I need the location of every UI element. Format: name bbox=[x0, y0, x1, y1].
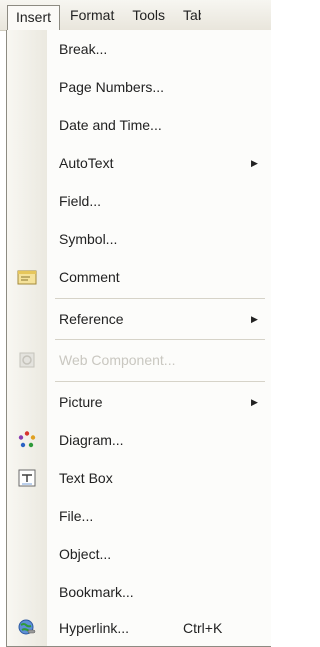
menubar-table[interactable]: Tab bbox=[175, 4, 201, 26]
menu-item-picture[interactable]: Picture ▶ bbox=[7, 383, 272, 421]
menu-item-icon-cell bbox=[7, 144, 47, 182]
menu-item-label: File... bbox=[59, 508, 94, 524]
menu-item-icon-cell bbox=[7, 421, 47, 459]
menu-item-text-box[interactable]: Text Box bbox=[7, 459, 272, 497]
menu-item-label: Picture bbox=[59, 394, 103, 410]
menu-item-label: Field... bbox=[59, 193, 102, 209]
menu-item-field[interactable]: Field... bbox=[7, 182, 272, 220]
menu-item-shortcut: Ctrl+K bbox=[183, 620, 223, 636]
menubar-format[interactable]: Format bbox=[62, 4, 122, 26]
menu-item-icon-cell bbox=[7, 220, 47, 258]
menu-item-icon-cell bbox=[7, 535, 47, 573]
menu-bar: Insert Format Tools Tab bbox=[0, 0, 271, 31]
diagram-icon bbox=[18, 431, 36, 448]
menu-item-bookmark[interactable]: Bookmark... bbox=[7, 573, 272, 611]
menubar-tools[interactable]: Tools bbox=[124, 4, 173, 26]
menu-item-icon-cell bbox=[7, 258, 47, 296]
menu-item-object[interactable]: Object... bbox=[7, 535, 272, 573]
menu-item-icon-cell bbox=[7, 573, 47, 611]
menu-item-icon-cell bbox=[7, 459, 47, 497]
menu-separator bbox=[55, 298, 265, 299]
menu-item-label: Reference bbox=[59, 311, 124, 327]
menu-item-label: Comment bbox=[59, 269, 120, 285]
menu-item-file[interactable]: File... bbox=[7, 497, 272, 535]
menu-item-icon-cell bbox=[7, 68, 47, 106]
menu-separator bbox=[55, 339, 265, 340]
menu-item-icon-cell bbox=[7, 300, 47, 338]
menu-item-label: Page Numbers... bbox=[59, 79, 165, 95]
text-box-icon bbox=[18, 469, 36, 487]
menu-item-comment[interactable]: Comment bbox=[7, 258, 272, 296]
menu-item-label: Date and Time... bbox=[59, 117, 162, 133]
menu-separator bbox=[55, 381, 265, 382]
menu-item-diagram[interactable]: Diagram... bbox=[7, 421, 272, 459]
submenu-arrow-icon: ▶ bbox=[251, 313, 258, 324]
menu-item-icon-cell bbox=[7, 341, 47, 379]
submenu-arrow-icon: ▶ bbox=[251, 157, 258, 168]
menu-item-label: Object... bbox=[59, 546, 112, 562]
menu-item-label: Text Box bbox=[59, 470, 113, 486]
submenu-arrow-icon: ▶ bbox=[251, 396, 258, 407]
menu-item-label: Web Component... bbox=[59, 352, 176, 368]
menu-item-label: Bookmark... bbox=[59, 584, 134, 600]
menu-item-label: Hyperlink... bbox=[59, 620, 130, 636]
menu-item-reference[interactable]: Reference ▶ bbox=[7, 300, 272, 338]
menu-item-hyperlink[interactable]: Hyperlink... Ctrl+K bbox=[7, 609, 272, 647]
menu-item-icon-cell bbox=[7, 106, 47, 144]
menu-item-symbol[interactable]: Symbol... bbox=[7, 220, 272, 258]
menu-item-icon-cell bbox=[7, 30, 47, 68]
insert-menu-dropdown: Break... Page Numbers... Date and Time..… bbox=[6, 30, 271, 647]
web-component-icon bbox=[19, 352, 35, 368]
menubar-insert[interactable]: Insert bbox=[7, 4, 61, 31]
menu-item-page-numbers[interactable]: Page Numbers... bbox=[7, 68, 272, 106]
hyperlink-icon bbox=[18, 619, 36, 635]
menu-item-label: Symbol... bbox=[59, 231, 118, 247]
menu-item-icon-cell bbox=[7, 609, 47, 647]
menu-item-web-component: Web Component... bbox=[7, 341, 272, 379]
menu-item-date-and-time[interactable]: Date and Time... bbox=[7, 106, 272, 144]
menu-item-icon-cell bbox=[7, 497, 47, 535]
menu-item-label: Diagram... bbox=[59, 432, 124, 448]
comment-icon bbox=[17, 270, 37, 285]
menu-item-icon-cell bbox=[7, 182, 47, 220]
menu-item-icon-cell bbox=[7, 383, 47, 421]
menu-item-label: AutoText bbox=[59, 155, 114, 171]
menu-item-break[interactable]: Break... bbox=[7, 30, 272, 68]
menu-item-label: Break... bbox=[59, 41, 108, 57]
menu-item-autotext[interactable]: AutoText ▶ bbox=[7, 144, 272, 182]
